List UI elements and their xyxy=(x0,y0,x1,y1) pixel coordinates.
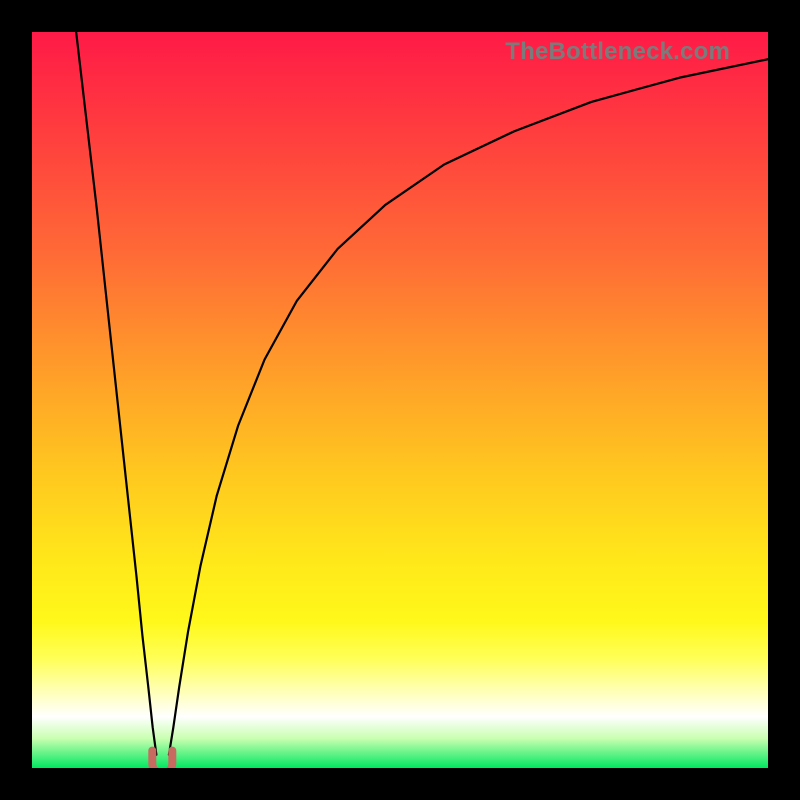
curve-right-branch xyxy=(169,59,768,755)
bottleneck-curve xyxy=(32,32,768,768)
chart-frame: TheBottleneck.com xyxy=(0,0,800,800)
curve-left-branch xyxy=(76,32,156,755)
trough-marker-icon xyxy=(152,751,172,768)
plot-area: TheBottleneck.com xyxy=(32,32,768,768)
